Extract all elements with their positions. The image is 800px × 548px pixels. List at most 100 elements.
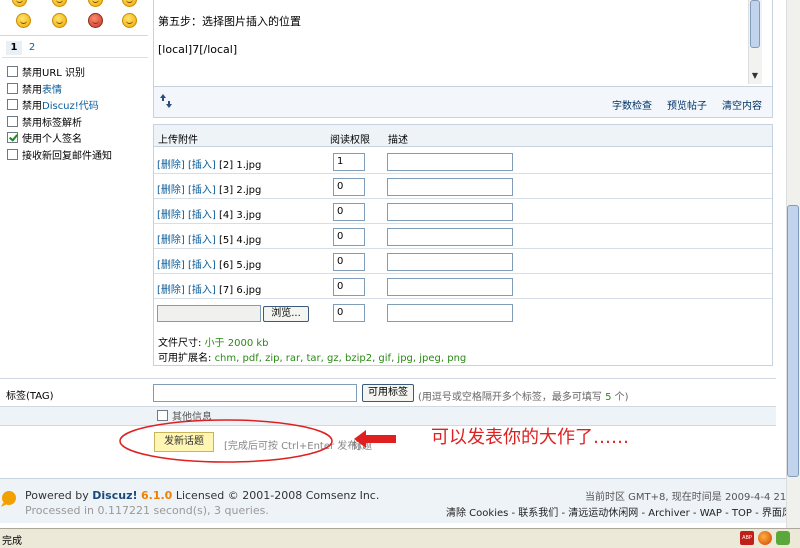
red-ellipse-highlight <box>119 419 333 463</box>
description-input[interactable] <box>387 153 513 171</box>
option-email-notify[interactable]: 接收新回复邮件通知 <box>7 147 112 162</box>
extensions-label: 可用扩展名: <box>158 353 215 364</box>
permission-input[interactable]: 0 <box>333 253 365 271</box>
preview-link[interactable]: 预览帖子 <box>667 97 707 112</box>
option-label-link[interactable]: 表情 <box>42 81 62 96</box>
editor-scroll-thumb[interactable] <box>750 0 760 48</box>
permission-input[interactable]: 0 <box>333 178 365 196</box>
insert-link[interactable]: [插入] <box>188 260 216 271</box>
checkbox[interactable] <box>7 66 18 77</box>
page-2-link[interactable]: 2 <box>24 41 40 55</box>
page-1-link[interactable]: 1 <box>6 41 22 55</box>
attachment-name: [6] 5.jpg <box>219 260 262 271</box>
option-prefix: 禁用 <box>22 85 42 96</box>
delete-link[interactable]: [删除] <box>157 285 185 296</box>
header-file: 上传附件 <box>158 135 198 146</box>
option-label-link[interactable]: Discuz!代码 <box>42 97 99 112</box>
file-size-info: 文件尺寸: 小于 2000 kb <box>158 334 269 349</box>
attachments-header <box>154 125 772 147</box>
option-prefix: 禁用 <box>22 68 42 79</box>
delete-link[interactable]: [删除] <box>157 235 185 246</box>
smiley-icon[interactable] <box>122 13 137 28</box>
header-permission: 阅读权限 <box>330 135 370 146</box>
footer-links[interactable]: 清除 Cookies - 联系我们 - 清远运动休闲网 - Archiver -… <box>446 504 800 519</box>
option-label: 接收新回复邮件通知 <box>22 151 112 162</box>
resize-arrows-icon[interactable] <box>159 93 173 109</box>
available-tags-button[interactable]: 可用标签 <box>362 384 414 402</box>
option-disable-discuzcode[interactable]: 禁用 Discuz!代码 <box>7 97 99 112</box>
delete-link[interactable]: [删除] <box>157 260 185 271</box>
browser-status-bar <box>0 528 800 548</box>
option-disable-tags[interactable]: 禁用 标签解析 <box>7 114 82 129</box>
description-input[interactable] <box>387 178 513 196</box>
delete-link[interactable]: [删除] <box>157 185 185 196</box>
new-description-input[interactable] <box>387 304 513 322</box>
discuz-logo-icon <box>0 490 18 508</box>
file-path-input[interactable] <box>157 305 261 322</box>
tag-input[interactable] <box>153 384 357 402</box>
file-size-value: 小于 2000 kb <box>204 338 269 349</box>
permission-input[interactable]: 0 <box>333 228 365 246</box>
adblock-icon[interactable]: ABP <box>740 531 754 545</box>
attachment-name: [7] 6.jpg <box>219 285 262 296</box>
angry-smiley-icon[interactable] <box>88 13 103 28</box>
powered-by: Powered by Discuz! 6.1.0 Licensed © 2001… <box>25 489 379 502</box>
header-description: 描述 <box>388 135 408 146</box>
red-arrow-icon <box>354 430 396 448</box>
permission-input[interactable]: 0 <box>333 203 365 221</box>
smilies-pager: 1 2 <box>2 40 148 58</box>
attachment-name: [5] 4.jpg <box>219 235 262 246</box>
attachment-row-label: [删除] [插入] [2] 1.jpg <box>157 156 261 171</box>
delete-link[interactable]: [删除] <box>157 210 185 221</box>
description-input[interactable] <box>387 278 513 296</box>
addon-icon[interactable] <box>776 531 790 545</box>
checkbox[interactable] <box>7 83 18 94</box>
insert-link[interactable]: [插入] <box>188 185 216 196</box>
page-scroll-thumb[interactable] <box>787 205 799 477</box>
checkbox[interactable] <box>7 99 18 110</box>
tag-hint: (用逗号或空格隔开多个标签，最多可填写 5 个) <box>418 388 629 403</box>
page: 1 2 禁用 URL 识别 禁用 表情 禁用 Discuz!代码 禁用 标签解析… <box>0 0 800 548</box>
description-input[interactable] <box>387 253 513 271</box>
attachment-name: [4] 3.jpg <box>219 210 262 221</box>
word-count-link[interactable]: 字数检查 <box>612 97 652 112</box>
footer-links-text[interactable]: 清除 Cookies - 联系我们 - 清远运动休闲网 - Archiver -… <box>446 508 800 519</box>
permission-input[interactable]: 0 <box>333 278 365 296</box>
smiley-icon[interactable] <box>12 0 27 7</box>
extensions-info: 可用扩展名: chm, pdf, zip, rar, tar, gz, bzip… <box>158 349 466 364</box>
licensed: Licensed © 2001-2008 Comsenz Inc. <box>172 489 380 502</box>
option-label: 标签解析 <box>42 118 82 129</box>
smiley-icon[interactable] <box>16 13 31 28</box>
smiley-icon[interactable] <box>52 0 67 7</box>
option-use-signature[interactable]: 使用个人签名 <box>7 130 82 145</box>
tag-hint-prefix: (用逗号或空格隔开多个标签，最多可填写 <box>418 392 606 403</box>
insert-link[interactable]: [插入] <box>188 210 216 221</box>
file-size-label: 文件尺寸: <box>158 338 205 349</box>
powered-prefix: Powered by <box>25 489 93 502</box>
insert-link[interactable]: [插入] <box>188 235 216 246</box>
description-input[interactable] <box>387 203 513 221</box>
browse-button[interactable]: 浏览... <box>263 306 309 322</box>
brand-link[interactable]: Discuz! <box>92 489 137 502</box>
extensions-value: chm, pdf, zip, rar, tar, gz, bzip2, gif,… <box>214 353 467 364</box>
checkbox-checked[interactable] <box>7 132 18 143</box>
insert-link[interactable]: [插入] <box>188 160 216 171</box>
permission-input[interactable]: 1 <box>333 153 365 171</box>
delete-link[interactable]: [删除] <box>157 160 185 171</box>
firefox-icon[interactable] <box>758 531 772 545</box>
checkbox[interactable] <box>7 149 18 160</box>
clear-content-link[interactable]: 清空内容 <box>722 97 762 112</box>
smiley-icon[interactable] <box>88 0 103 7</box>
crying-smiley-icon[interactable] <box>52 13 67 28</box>
option-disable-url[interactable]: 禁用 URL 识别 <box>7 64 85 79</box>
description-input[interactable] <box>387 228 513 246</box>
attachment-row-label: [删除] [插入] [4] 3.jpg <box>157 206 261 221</box>
smiley-icon[interactable] <box>122 0 137 7</box>
checkbox[interactable] <box>7 116 18 127</box>
version: 6.1.0 <box>141 489 173 502</box>
attachment-name: [3] 2.jpg <box>219 185 262 196</box>
new-permission-input[interactable]: 0 <box>333 304 365 322</box>
option-disable-smilies[interactable]: 禁用 表情 <box>7 81 62 96</box>
scroll-down-icon[interactable]: ▼ <box>751 71 759 80</box>
insert-link[interactable]: [插入] <box>188 285 216 296</box>
